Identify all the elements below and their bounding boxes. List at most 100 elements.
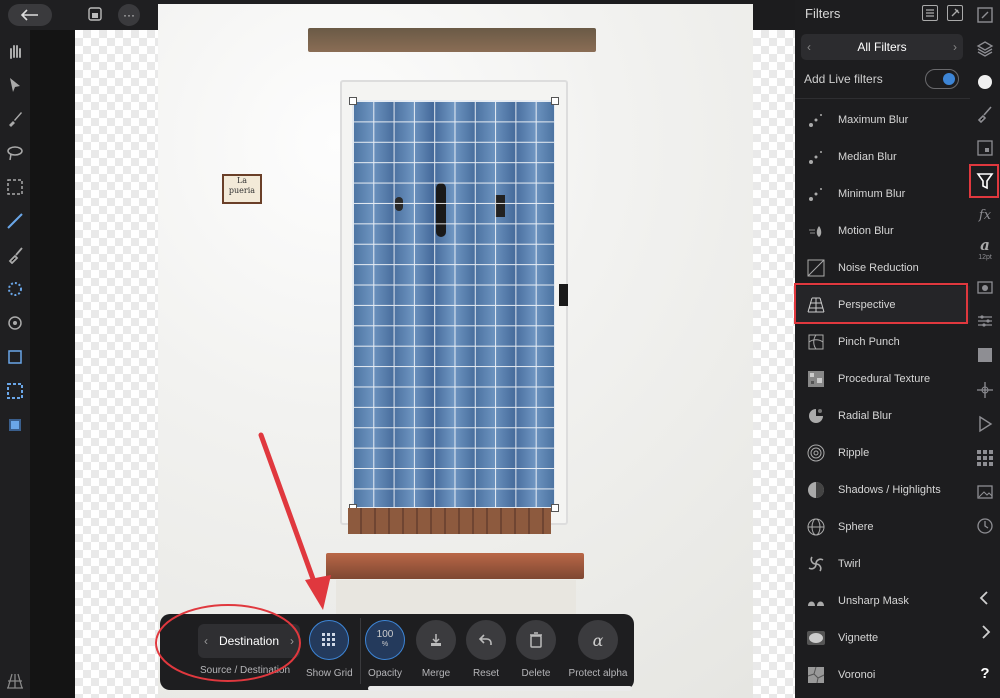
ripple-icon (806, 443, 826, 463)
filter-item-noise-reduction[interactable]: Noise Reduction (795, 249, 970, 286)
stock-image-icon[interactable] (976, 483, 994, 501)
grid-handle-bottom-right[interactable] (551, 504, 559, 512)
trash-icon (516, 620, 556, 660)
channels-grid-icon[interactable] (976, 449, 994, 467)
blur-dots-icon (806, 147, 826, 167)
brush-tool-icon[interactable] (6, 110, 24, 128)
view-tool-icon[interactable] (6, 416, 24, 434)
filter-label: Radial Blur (838, 409, 892, 422)
color-icon[interactable] (976, 73, 994, 91)
filter-item-shadows-highlights[interactable]: Shadows / Highlights (795, 471, 970, 508)
radial-blur-icon (806, 406, 826, 426)
navigator-compass-icon[interactable] (976, 381, 994, 399)
chevron-left-icon[interactable]: ‹ (807, 40, 811, 54)
marquee-tool-icon[interactable] (6, 382, 24, 400)
chevron-right-icon[interactable] (976, 623, 994, 641)
filter-item-median-blur[interactable]: Median Blur (795, 138, 970, 175)
crop-tool-icon[interactable] (6, 348, 24, 366)
opacity-unit: % (381, 641, 389, 648)
history-icon[interactable] (976, 517, 994, 535)
filter-category-selector[interactable]: ‹ All Filters › (801, 34, 963, 60)
back-button[interactable] (8, 4, 52, 26)
filter-label: Minimum Blur (838, 187, 906, 200)
help-icon[interactable]: ? (976, 665, 994, 683)
filter-item-twirl[interactable]: Twirl (795, 545, 970, 582)
door-latch (559, 284, 568, 306)
filter-item-voronoi[interactable]: Voronoi (795, 656, 970, 693)
filter-item-pinch-punch[interactable]: Pinch Punch (795, 323, 970, 360)
blur-dots-icon (806, 184, 826, 204)
swatches-icon[interactable] (976, 139, 994, 157)
live-filters-toggle[interactable] (925, 69, 959, 89)
delete-label: Delete (521, 668, 551, 679)
transparent-margin-left (75, 30, 158, 698)
texture-icon (806, 369, 826, 389)
lasso-tool-icon[interactable] (6, 144, 24, 162)
sphere-icon (806, 517, 826, 537)
annotation-arrow-and-circle (155, 432, 331, 682)
voronoi-icon (806, 665, 826, 685)
text-style-icon[interactable]: a (976, 236, 994, 254)
tools-panel (0, 30, 30, 698)
live-filters-label: Add Live filters (804, 72, 883, 86)
navigator-icon[interactable] (976, 6, 994, 24)
flood-fill-icon[interactable] (6, 280, 24, 298)
filter-item-ripple[interactable]: Ripple (795, 434, 970, 471)
brushes-icon[interactable] (976, 105, 994, 123)
adjustments-icon[interactable] (976, 312, 994, 330)
filter-label: Maximum Blur (838, 113, 909, 126)
clone-tool-icon[interactable] (6, 246, 24, 264)
grid-handle-top-right[interactable] (551, 97, 559, 105)
perspective-grid[interactable] (352, 100, 555, 508)
merge-label: Merge (421, 668, 451, 679)
grid-perspective-icon[interactable] (6, 672, 24, 690)
protect-alpha-button[interactable]: α Protect alpha (565, 620, 631, 679)
filter-item-sphere[interactable]: Sphere (795, 508, 970, 545)
selection-tool-icon[interactable] (6, 178, 24, 196)
studio-strip: fx a 12pt ? (970, 0, 1000, 698)
filter-label: Shadows / Highlights (838, 483, 941, 496)
fx-icon[interactable]: fx (976, 207, 994, 225)
unsharp-mask-icon (806, 591, 826, 611)
chevron-right-icon[interactable]: › (953, 40, 957, 54)
chevron-left-icon[interactable] (976, 589, 994, 607)
play-macro-icon[interactable] (976, 415, 994, 433)
home-indicator (368, 686, 632, 691)
move-tool-icon[interactable] (6, 76, 24, 94)
alpha-icon: α (578, 620, 618, 660)
retouch-tool-icon[interactable] (6, 314, 24, 332)
grid-handle-top-left[interactable] (349, 97, 357, 105)
filter-label: Pinch Punch (838, 335, 900, 348)
toggle-knob (943, 73, 955, 85)
filter-item-vignette[interactable]: Vignette (795, 619, 970, 656)
filter-label: Ripple (838, 446, 870, 459)
reset-button[interactable]: Reset (463, 620, 509, 679)
reset-label: Reset (472, 668, 500, 679)
filter-item-maximum-blur[interactable]: Maximum Blur (795, 101, 970, 138)
photo-lintel (308, 28, 596, 52)
reset-icon (466, 620, 506, 660)
filter-item-procedural-texture[interactable]: Procedural Texture (795, 360, 970, 397)
list-view-icon[interactable] (922, 5, 938, 21)
photo-brick-threshold (348, 508, 551, 534)
filter-label: Unsharp Mask (838, 594, 909, 607)
document-menu-button[interactable] (85, 4, 105, 24)
filter-item-motion-blur[interactable]: Motion Blur (795, 212, 970, 249)
opacity-value: 100 (376, 629, 394, 640)
layers-icon[interactable] (976, 40, 994, 58)
filter-item-radial-blur[interactable]: Radial Blur (795, 397, 970, 434)
merge-button[interactable]: Merge (413, 620, 459, 679)
filter-item-minimum-blur[interactable]: Minimum Blur (795, 175, 970, 212)
more-button[interactable]: ··· (118, 4, 140, 26)
pen-tool-icon[interactable] (6, 212, 24, 230)
transparent-margin-right (753, 30, 795, 698)
filter-category-label: All Filters (857, 40, 907, 54)
twirl-icon (806, 554, 826, 574)
snapshot-icon[interactable] (976, 278, 994, 296)
merge-icon (416, 620, 456, 660)
hand-tool-icon[interactable] (6, 42, 24, 60)
filter-item-unsharp-mask[interactable]: Unsharp Mask (795, 582, 970, 619)
delete-button[interactable]: Delete (513, 620, 559, 679)
transform-icon[interactable] (976, 346, 994, 364)
pin-icon[interactable] (947, 5, 963, 21)
